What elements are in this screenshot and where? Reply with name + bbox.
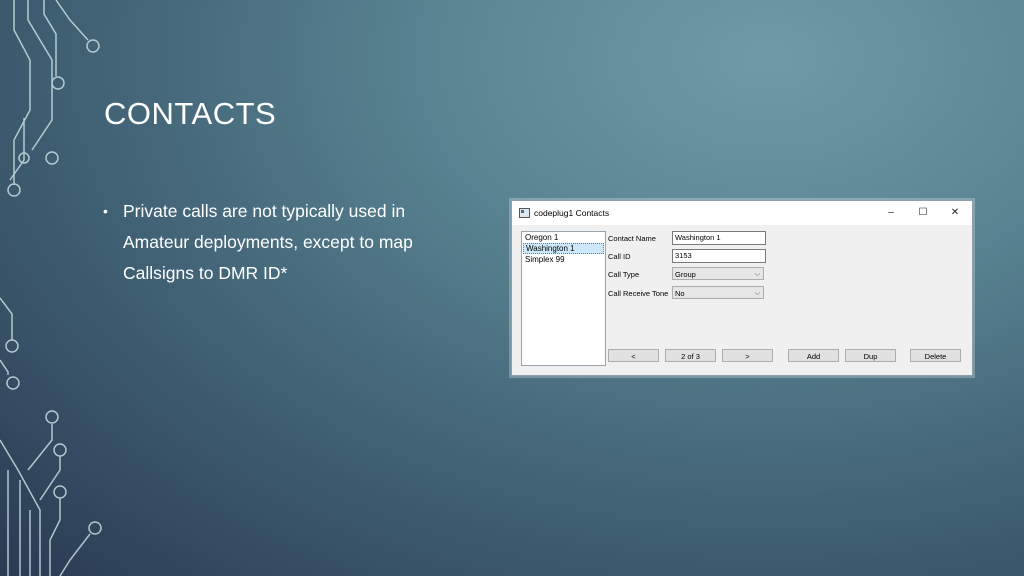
add-button[interactable]: Add (788, 349, 839, 362)
call-receive-tone-select[interactable]: No ⌵ (672, 286, 764, 299)
contacts-list[interactable]: Oregon 1 Washington 1 Simplex 99 (521, 231, 606, 366)
contacts-window: codeplug1 Contacts – ☐ ✕ Oregon 1 Washin… (511, 200, 973, 376)
chevron-down-icon: ⌵ (754, 290, 760, 297)
circuit-decoration (0, 0, 102, 576)
chevron-down-icon: ⌵ (754, 271, 760, 278)
app-icon (519, 208, 530, 218)
window-title: codeplug1 Contacts (534, 208, 610, 218)
position-button[interactable]: 2 of 3 (665, 349, 716, 362)
call-type-value: Group (675, 270, 696, 279)
minimize-button[interactable]: – (876, 204, 906, 222)
call-type-select[interactable]: Group ⌵ (672, 267, 764, 280)
call-receive-tone-value: No (675, 289, 685, 298)
list-item-selected[interactable]: Washington 1 (523, 243, 604, 254)
delete-button[interactable]: Delete (910, 349, 961, 362)
window-titlebar[interactable]: codeplug1 Contacts – ☐ ✕ (512, 201, 972, 225)
contact-name-field[interactable]: Washington 1 (672, 231, 766, 245)
list-item[interactable]: Oregon 1 (522, 232, 605, 243)
contact-name-label: Contact Name (608, 234, 656, 243)
call-type-label: Call Type (608, 270, 640, 279)
maximize-button[interactable]: ☐ (908, 204, 938, 222)
close-button[interactable]: ✕ (940, 204, 970, 222)
call-id-field[interactable]: 3153 (672, 249, 766, 263)
call-id-label: Call ID (608, 252, 631, 261)
next-button[interactable]: > (722, 349, 773, 362)
slide-title: CONTACTS (104, 96, 277, 131)
list-item[interactable]: Simplex 99 (522, 254, 605, 265)
bullet-icon: • (103, 203, 108, 219)
dup-button[interactable]: Dup (845, 349, 896, 362)
call-receive-tone-label: Call Receive Tone (608, 289, 669, 298)
bullet-text: Private calls are not typically used in … (123, 201, 413, 283)
prev-button[interactable]: < (608, 349, 659, 362)
